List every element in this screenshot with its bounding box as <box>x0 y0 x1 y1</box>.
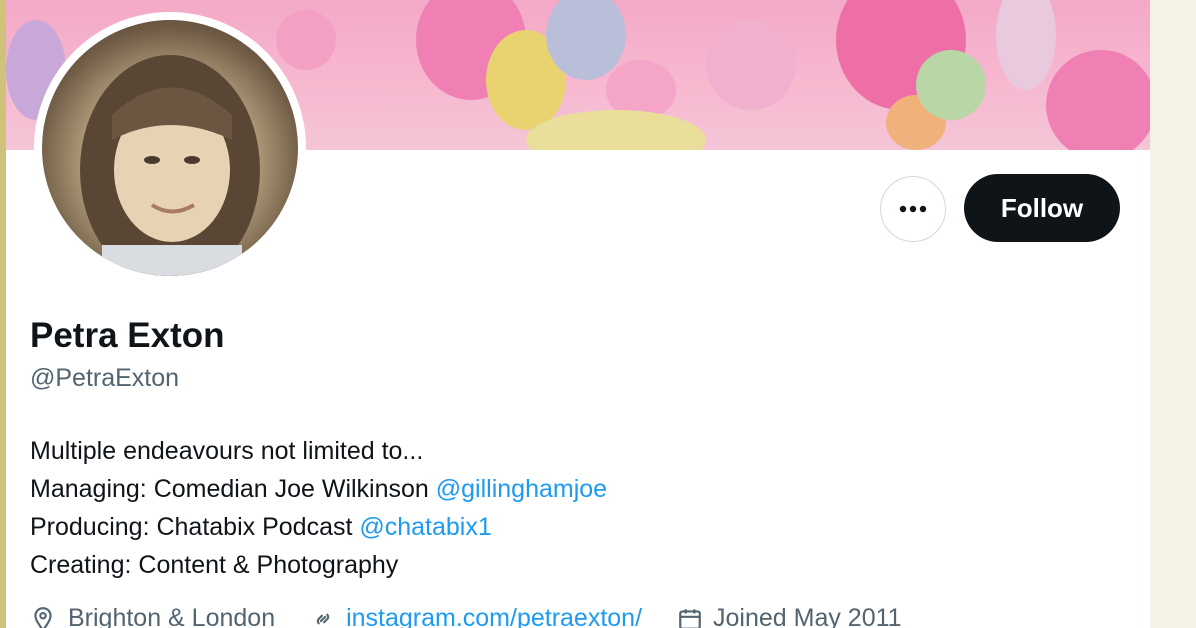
mention-link[interactable]: @gillinghamjoe <box>436 475 607 503</box>
banner-shape <box>996 0 1056 90</box>
banner-shape <box>916 50 986 120</box>
follow-button[interactable]: Follow <box>964 174 1120 242</box>
website-link[interactable]: instagram.com/petraexton/ <box>346 604 642 628</box>
link-icon <box>316 613 330 624</box>
joined-text: Joined May 2011 <box>713 604 902 628</box>
location-pin-icon <box>34 606 52 628</box>
more-dots-icon <box>898 200 928 218</box>
profile-card: Follow Petra Exton @PetraExton Multiple … <box>6 0 1150 628</box>
banner-shape <box>1046 50 1150 150</box>
banner-shape <box>706 20 796 110</box>
profile-meta: Brighton & London instagram.com/petraext… <box>30 604 902 628</box>
profile-bio: Multiple endeavours not limited to... Ma… <box>30 432 607 584</box>
mention-link[interactable]: @chatabix1 <box>359 513 491 541</box>
bio-line: Multiple endeavours not limited to... <box>30 437 424 465</box>
calendar-icon <box>679 608 701 628</box>
bio-text: Producing: Chatabix Podcast <box>30 513 360 541</box>
avatar[interactable] <box>42 20 298 276</box>
avatar-portrait <box>80 55 260 276</box>
joined-item: Joined May 2011 <box>677 604 902 628</box>
website-item: instagram.com/petraexton/ <box>310 604 642 628</box>
banner-shape <box>276 10 336 70</box>
location-item: Brighton & London <box>30 604 275 628</box>
user-handle: @PetraExton <box>30 364 180 392</box>
location-text: Brighton & London <box>68 604 276 628</box>
bio-line: Producing: Chatabix Podcast @chatabix1 <box>30 508 607 546</box>
bio-line: Creating: Content & Photography <box>30 551 399 579</box>
page-border-right <box>1150 0 1196 628</box>
display-name: Petra Exton <box>30 316 225 355</box>
bio-line: Managing: Comedian Joe Wilkinson @gillin… <box>30 470 607 508</box>
more-options-button[interactable] <box>880 176 946 242</box>
banner-shape <box>546 0 626 80</box>
bio-text: Managing: Comedian Joe Wilkinson <box>30 475 436 503</box>
